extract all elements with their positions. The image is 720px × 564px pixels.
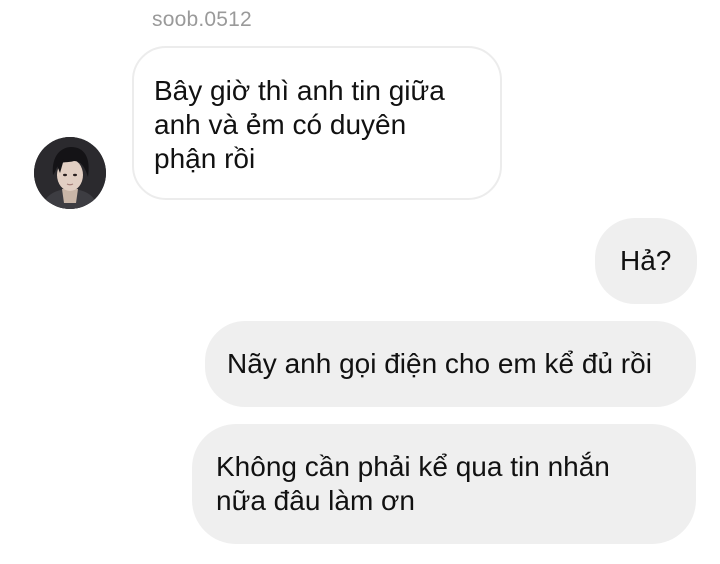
avatar-photo-icon <box>34 137 106 209</box>
message-text-line: Không cần phải kể qua tin nhắn <box>216 451 610 482</box>
sender-avatar[interactable] <box>34 137 106 209</box>
message-text-line: Bây giờ thì anh tin giữa <box>154 75 445 106</box>
message-text-line: Nãy anh gọi điện cho em kể đủ rồi <box>227 348 652 379</box>
message-text-line: phận rồi <box>154 143 256 174</box>
outgoing-message-bubble[interactable]: Không cần phải kể qua tin nhắn nữa đâu l… <box>192 424 696 544</box>
message-text-line: nữa đâu làm ơn <box>216 485 415 516</box>
sender-username[interactable]: soob.0512 <box>152 8 252 32</box>
outgoing-message-bubble[interactable]: Hả? <box>595 218 697 304</box>
outgoing-message-bubble[interactable]: Nãy anh gọi điện cho em kể đủ rồi <box>205 321 696 407</box>
message-text-line: Hả? <box>620 245 672 276</box>
message-text-line: anh và ẻm có duyên <box>154 109 407 140</box>
incoming-message-bubble[interactable]: Bây giờ thì anh tin giữa anh và ẻm có du… <box>132 46 502 200</box>
